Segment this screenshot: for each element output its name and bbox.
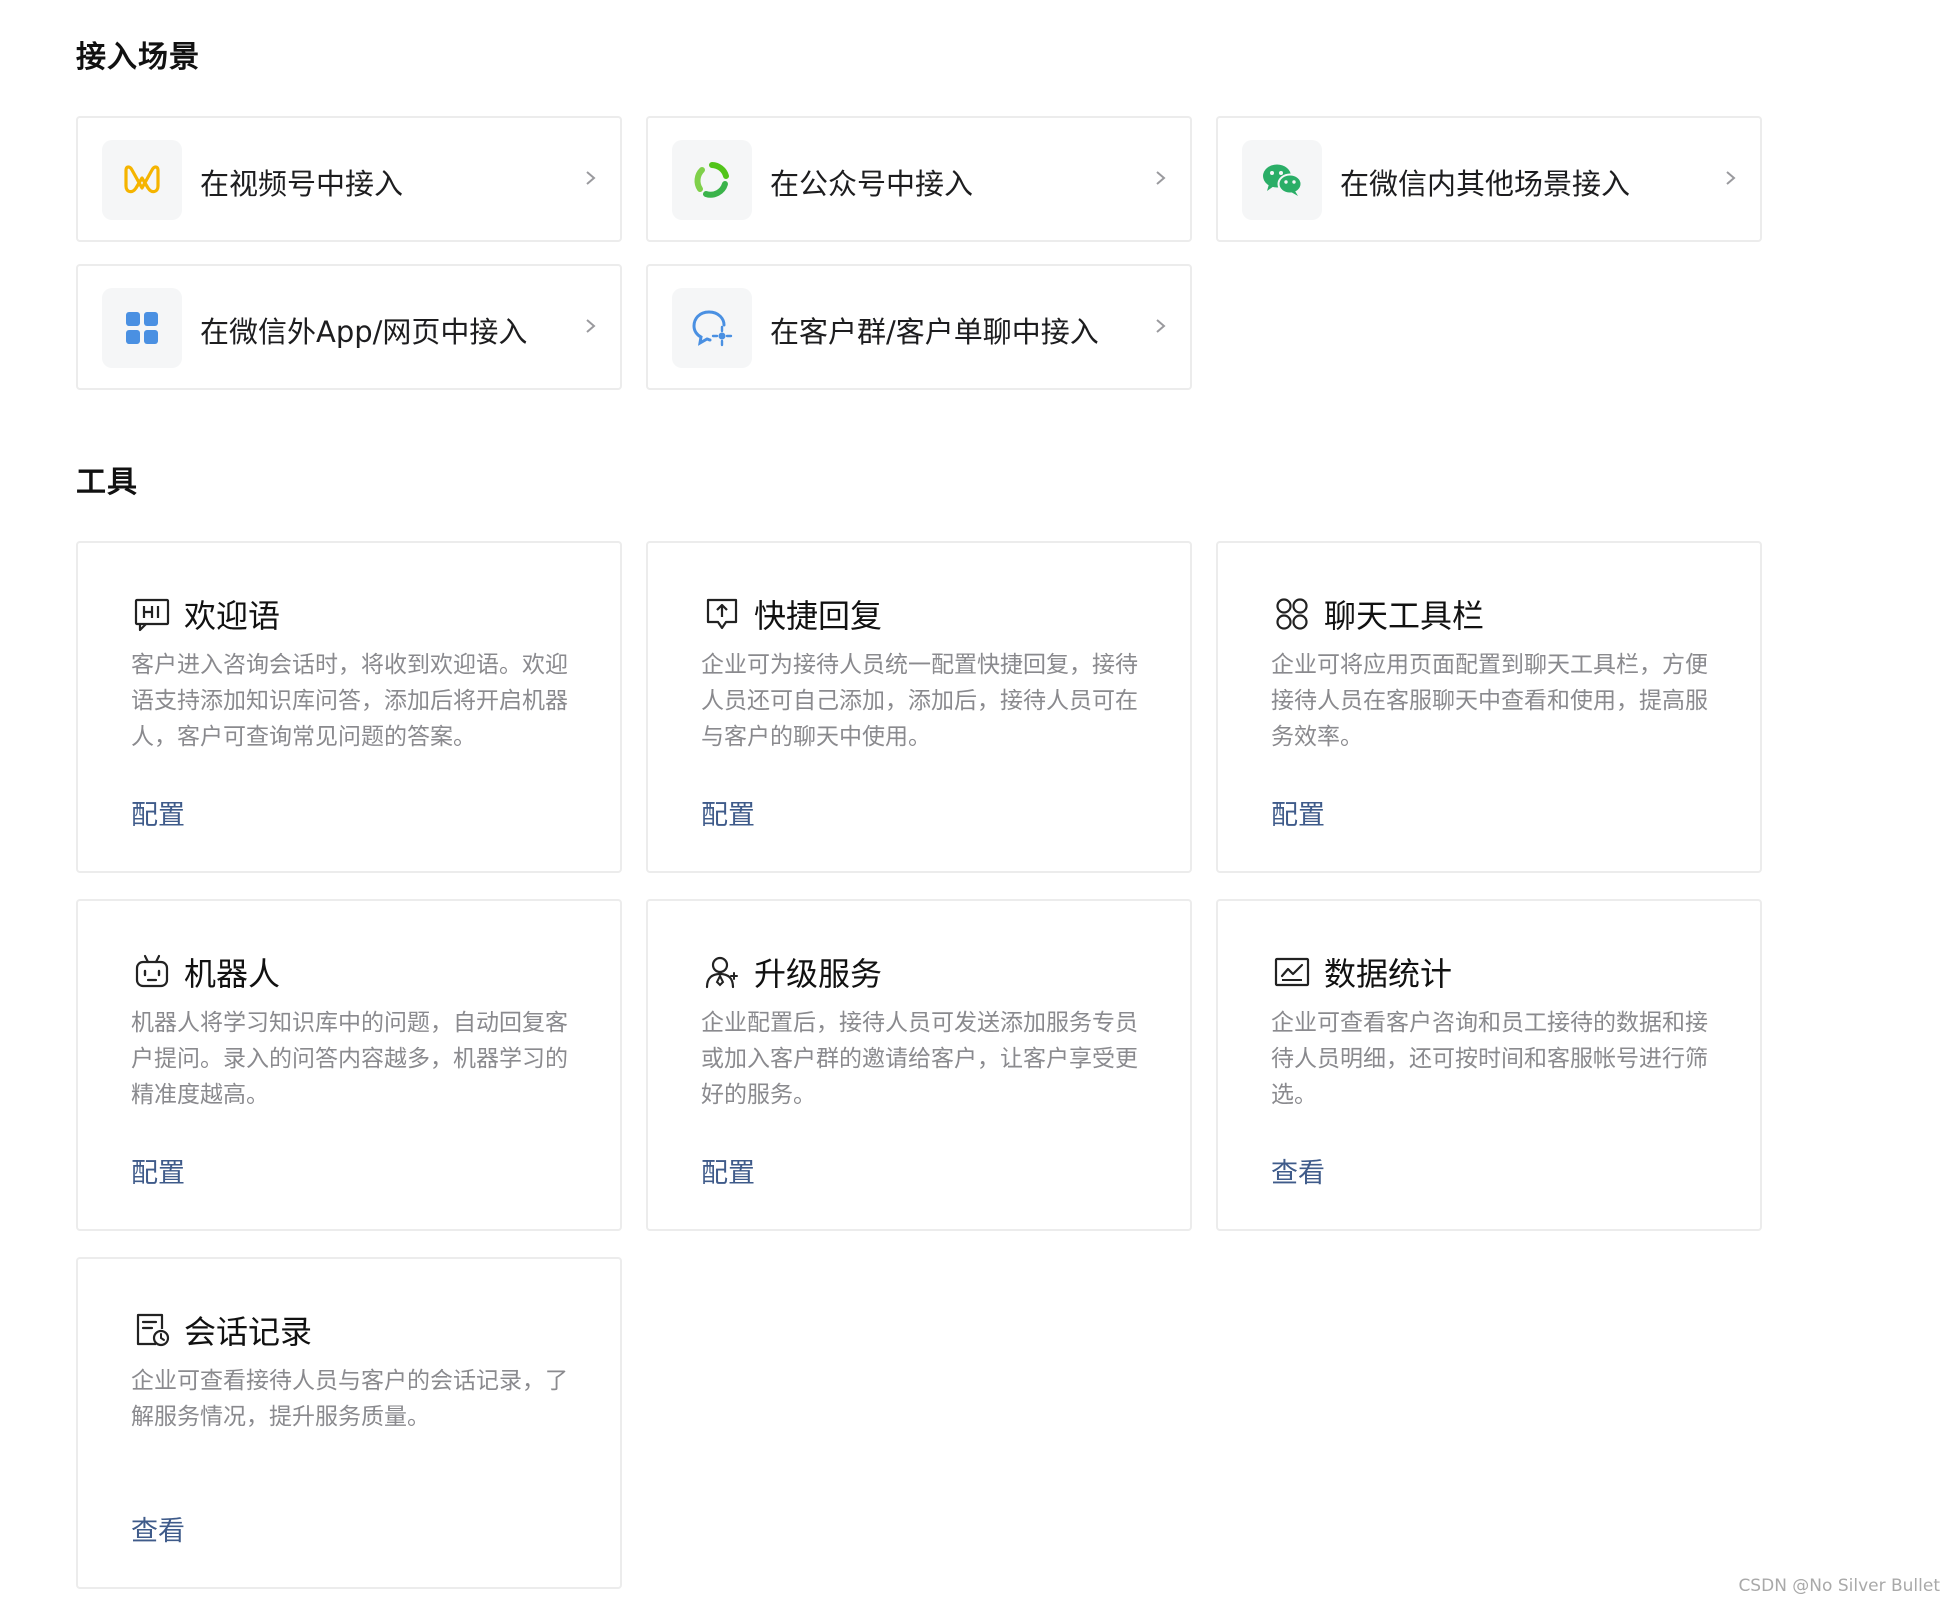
section-title-tools: 工具 — [76, 465, 138, 500]
tool-card-robot: 机器人 机器人将学习知识库中的问题，自动回复客户提问。录入的问答内容越多，机器学… — [76, 899, 622, 1231]
scene-card-channels[interactable]: 在视频号中接入 — [76, 116, 622, 242]
tool-head: 聊天工具栏 — [1274, 591, 1484, 637]
app-grid-icon — [126, 312, 158, 344]
scene-icon-box — [102, 288, 182, 368]
scene-card-wechat-other[interactable]: 在微信内其他场景接入 — [1216, 116, 1762, 242]
tool-title: 会话记录 — [184, 1313, 313, 1351]
tool-title: 快捷回复 — [754, 597, 883, 635]
tool-title: 升级服务 — [754, 955, 883, 993]
scene-label: 在客户群/客户单聊中接入 — [770, 315, 1099, 349]
tool-title: 数据统计 — [1324, 955, 1453, 993]
scene-card-official-account[interactable]: 在公众号中接入 — [646, 116, 1192, 242]
scene-card-customer-chat[interactable]: 在客户群/客户单聊中接入 — [646, 264, 1192, 390]
chevron-right-icon — [1156, 319, 1166, 333]
tool-description: 企业可查看接待人员与客户的会话记录，了解服务情况，提升服务质量。 — [131, 1368, 568, 1430]
tool-head: 快捷回复 — [704, 591, 882, 637]
scene-label: 在视频号中接入 — [200, 167, 404, 201]
scene-label: 在微信外App/网页中接入 — [200, 315, 528, 349]
channels-icon — [124, 165, 160, 194]
configure-link[interactable]: 配置 — [1271, 793, 1325, 832]
chevron-right-icon — [586, 319, 596, 333]
tool-card-welcome: 欢迎语 客户进入咨询会话时，将收到欢迎语。欢迎语支持添加知识库问答，添加后将开启… — [76, 541, 622, 873]
chevron-right-icon — [1156, 171, 1166, 185]
view-link[interactable]: 查看 — [131, 1509, 185, 1548]
hi-icon — [134, 598, 170, 632]
configure-link[interactable]: 配置 — [131, 1151, 185, 1190]
tool-card-statistics: 数据统计 企业可查看客户咨询和员工接待的数据和接待人员明细，还可按时间和客服帐号… — [1216, 899, 1762, 1231]
tool-description: 企业可将应用页面配置到聊天工具栏，方便接待人员在客服聊天中查看和使用，提高服务效… — [1271, 652, 1708, 750]
tool-head: 升级服务 — [704, 949, 882, 995]
wechat-icon — [1263, 164, 1303, 196]
scene-icon-box — [672, 288, 752, 368]
upgrade-service-icon — [705, 956, 738, 989]
tool-card-quick-reply: 快捷回复 企业可为接待人员统一配置快捷回复，接待人员还可自己添加，添加后，接待人… — [646, 541, 1192, 873]
chevron-right-icon — [1726, 171, 1736, 185]
tool-head: 机器人 — [134, 949, 280, 995]
statistics-icon — [1274, 957, 1310, 987]
configure-link[interactable]: 配置 — [701, 1151, 755, 1190]
scene-icon-box — [672, 140, 752, 220]
tool-title: 机器人 — [184, 955, 281, 993]
chat-record-icon — [136, 1313, 170, 1347]
customer-chat-icon — [692, 310, 733, 347]
tool-description: 客户进入咨询会话时，将收到欢迎语。欢迎语支持添加知识库问答，添加后将开启机器人，… — [131, 652, 568, 750]
watermark: CSDN @No Silver Bullet — [1738, 1576, 1940, 1596]
scene-card-external-app[interactable]: 在微信外App/网页中接入 — [76, 264, 622, 390]
tool-head: 欢迎语 — [134, 591, 280, 637]
tool-title: 聊天工具栏 — [1324, 597, 1485, 635]
tool-card-chat-toolbar: 聊天工具栏 企业可将应用页面配置到聊天工具栏，方便接待人员在客服聊天中查看和使用… — [1216, 541, 1762, 873]
tool-card-upgrade-service: 升级服务 企业配置后，接待人员可发送添加服务专员或加入客户群的邀请给客户，让客户… — [646, 899, 1192, 1231]
scene-label: 在公众号中接入 — [770, 167, 974, 201]
tool-card-chat-record: 会话记录 企业可查看接待人员与客户的会话记录，了解服务情况，提升服务质量。 查看 — [76, 1257, 622, 1589]
scene-label: 在微信内其他场景接入 — [1340, 167, 1631, 201]
tool-description: 企业可查看客户咨询和员工接待的数据和接待人员明细，还可按时间和客服帐号进行筛选。 — [1271, 1010, 1708, 1108]
toolbar-icon — [1276, 598, 1308, 630]
scene-icon-box — [1242, 140, 1322, 220]
configure-link[interactable]: 配置 — [701, 793, 755, 832]
tool-description: 企业配置后，接待人员可发送添加服务专员或加入客户群的邀请给客户，让客户享受更好的… — [701, 1010, 1138, 1108]
quick-reply-icon — [706, 598, 738, 630]
scene-icon-box — [102, 140, 182, 220]
tool-head: 数据统计 — [1274, 949, 1452, 995]
official-account-icon — [694, 162, 729, 198]
tool-head: 会话记录 — [134, 1307, 312, 1353]
chevron-right-icon — [586, 171, 596, 185]
robot-icon — [135, 954, 169, 988]
tool-title: 欢迎语 — [184, 597, 281, 635]
tool-description: 机器人将学习知识库中的问题，自动回复客户提问。录入的问答内容越多，机器学习的精准… — [131, 1010, 568, 1108]
view-link[interactable]: 查看 — [1271, 1151, 1325, 1190]
tool-description: 企业可为接待人员统一配置快捷回复，接待人员还可自己添加，添加后，接待人员可在与客… — [701, 652, 1138, 750]
section-title-scenes: 接入场景 — [76, 40, 200, 75]
configure-link[interactable]: 配置 — [131, 793, 185, 832]
